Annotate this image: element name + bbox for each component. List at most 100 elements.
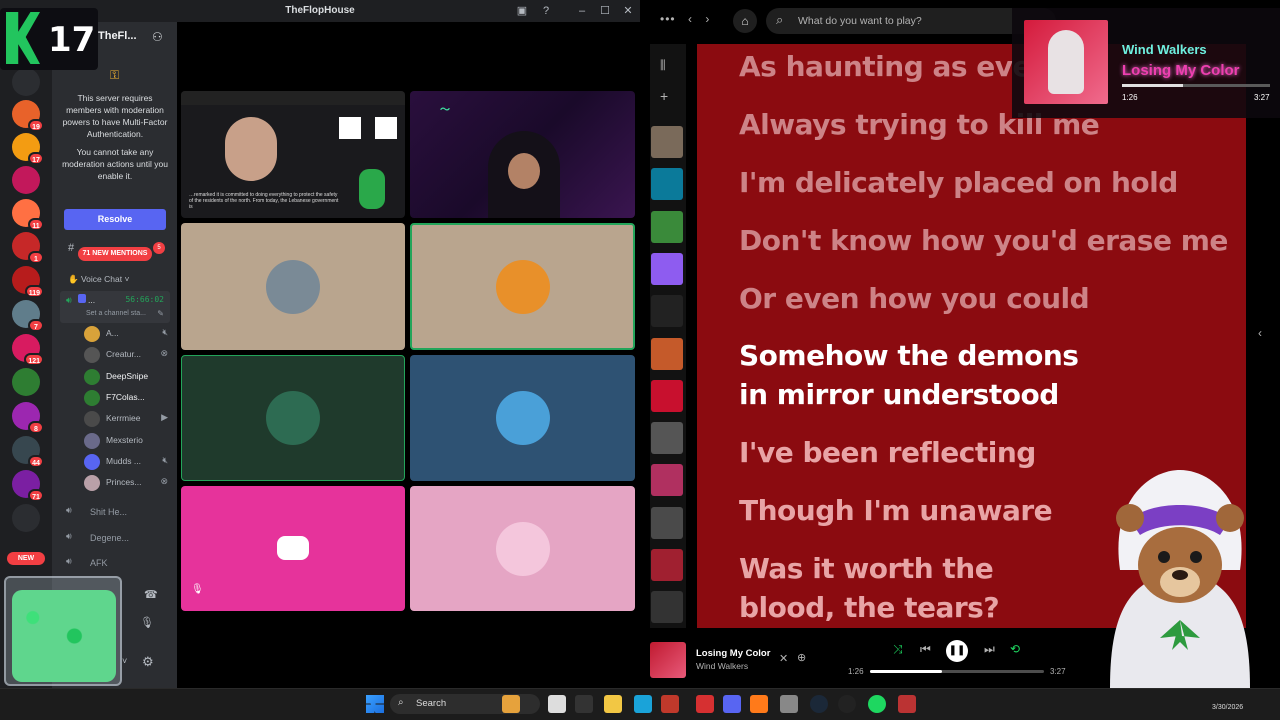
previous-track-icon[interactable]: ⏮ xyxy=(920,642,931,657)
inbox-icon[interactable]: ▣ xyxy=(514,3,530,19)
file-explorer-icon[interactable] xyxy=(604,695,622,713)
close-icon[interactable]: ✕ xyxy=(779,652,788,665)
library-item-thumbnail[interactable] xyxy=(651,337,683,370)
shuffle-icon[interactable]: ⤨ xyxy=(893,642,903,657)
server-icon[interactable] xyxy=(12,166,40,194)
new-mentions-pill[interactable]: 71 NEW MENTIONS xyxy=(78,247,152,261)
voice-member[interactable]: DeepSnipe xyxy=(84,368,174,386)
edit-pencil-icon[interactable]: ✎ xyxy=(157,309,164,318)
chevron-down-icon[interactable]: ˅ xyxy=(122,656,127,666)
firefox-icon[interactable] xyxy=(750,695,768,713)
webcam-tile[interactable]: ～ xyxy=(410,91,635,218)
weather-icon[interactable] xyxy=(502,695,520,713)
pause-button[interactable]: ❚❚ xyxy=(946,640,968,662)
lyric-line[interactable]: Was it worth the xyxy=(739,550,994,588)
library-item-thumbnail[interactable] xyxy=(651,295,683,328)
lyric-line[interactable]: Or even how you could xyxy=(739,280,1090,318)
server-icon[interactable] xyxy=(12,368,40,396)
library-item-thumbnail[interactable] xyxy=(651,422,683,455)
now-playing-title[interactable]: Losing My Color xyxy=(696,648,770,659)
app-icon[interactable] xyxy=(898,695,916,713)
participant-tile[interactable] xyxy=(410,486,635,611)
maximize-button[interactable]: ☐ xyxy=(597,3,613,19)
lyric-line[interactable]: Don't know how you'd erase me xyxy=(739,222,1228,260)
voice-member[interactable]: Creatur... ⊗ xyxy=(84,346,174,364)
steam-icon[interactable] xyxy=(810,695,828,713)
voice-member[interactable]: F7Colas... xyxy=(84,389,174,407)
home-icon[interactable]: ⌂ xyxy=(733,9,757,33)
forward-arrow-icon[interactable]: › xyxy=(705,12,709,26)
help-icon[interactable]: ? xyxy=(538,3,554,19)
server-icon[interactable]: 119 xyxy=(12,266,44,298)
invite-people-icon[interactable]: ⚇ xyxy=(152,30,163,44)
lyric-line[interactable]: I've been reflecting xyxy=(739,434,1036,472)
back-arrow-icon[interactable]: ‹ xyxy=(688,12,692,26)
channel-status-input[interactable]: Set a channel sta... xyxy=(86,310,146,317)
voice-member[interactable]: Princes... ⊗ xyxy=(84,474,174,492)
expand-panel-icon[interactable]: ‹ xyxy=(1258,326,1262,340)
server-icon[interactable]: 121 xyxy=(12,334,44,366)
next-track-icon[interactable]: ⏭ xyxy=(984,642,995,657)
resolve-button[interactable]: Resolve xyxy=(64,209,166,230)
app-icon[interactable] xyxy=(661,695,679,713)
active-voice-channel[interactable]: 🔊︎ ... 56:66:02 Set a channel sta... ✎ xyxy=(60,291,170,323)
lyric-line[interactable]: in mirror understood xyxy=(739,376,1059,414)
library-item-thumbnail[interactable] xyxy=(651,168,683,201)
app-icon[interactable] xyxy=(780,695,798,713)
more-options-icon[interactable]: ••• xyxy=(660,12,676,26)
voice-channel[interactable]: 🔊︎ Shit He... xyxy=(66,504,170,522)
voice-channel[interactable]: 🔊︎ Degene... xyxy=(66,530,170,548)
minimize-button[interactable]: – xyxy=(574,3,590,19)
lyric-line[interactable]: Somehow the demons xyxy=(739,337,1079,375)
server-icon[interactable]: 1 xyxy=(12,232,44,264)
lyric-line[interactable]: blood, the tears? xyxy=(739,589,1000,627)
nav-arrows[interactable]: ‹ › xyxy=(688,12,709,26)
participant-tile[interactable] xyxy=(410,355,635,481)
spotify-icon[interactable] xyxy=(868,695,886,713)
disconnect-icon[interactable]: ☎ xyxy=(144,588,158,601)
edge-browser-icon[interactable] xyxy=(634,695,652,713)
server-icon[interactable] xyxy=(12,504,40,532)
lyric-line[interactable]: Though I'm unaware xyxy=(739,492,1053,530)
library-icon[interactable]: ⫼ xyxy=(660,58,666,73)
server-name[interactable]: TheFl... xyxy=(98,30,137,42)
server-icon[interactable]: 19 xyxy=(12,100,44,132)
server-icon[interactable]: 7 xyxy=(12,300,44,332)
library-item-thumbnail[interactable] xyxy=(651,210,683,243)
library-item-thumbnail[interactable] xyxy=(651,549,683,581)
library-item-thumbnail[interactable] xyxy=(651,126,683,158)
library-item-thumbnail[interactable] xyxy=(651,464,683,497)
mute-icon[interactable]: 🎙︎ xyxy=(140,616,154,629)
new-servers-pill[interactable]: NEW xyxy=(7,552,45,565)
screen-share-tile[interactable]: …remarked it is committed to doing every… xyxy=(181,91,405,218)
voice-category-header[interactable]: ✋ Voice Chat ˅ xyxy=(68,274,129,285)
library-item-thumbnail[interactable] xyxy=(651,506,683,539)
server-icon[interactable]: 11 xyxy=(12,199,44,231)
participant-tile-speaking[interactable] xyxy=(410,223,635,350)
library-item-thumbnail[interactable] xyxy=(651,252,683,285)
now-playing-cover[interactable] xyxy=(650,642,686,678)
add-to-library-icon[interactable]: ⊕ xyxy=(797,651,806,664)
voice-member[interactable]: Mudds ... 🔇︎ xyxy=(84,453,174,471)
library-item-thumbnail[interactable] xyxy=(651,591,683,624)
epic-games-icon[interactable] xyxy=(575,695,593,713)
participant-tile[interactable]: 🎙︎ xyxy=(181,486,405,611)
server-icon[interactable] xyxy=(12,68,40,96)
lyric-line[interactable]: As haunting as ever xyxy=(739,48,1045,86)
participant-tile[interactable] xyxy=(181,223,405,350)
discord-icon[interactable] xyxy=(723,695,741,713)
voice-member[interactable]: A... 🔇︎ xyxy=(84,325,174,343)
voice-channel[interactable]: 🔊︎ AFK xyxy=(66,555,170,573)
close-button[interactable]: ✕ xyxy=(620,3,636,19)
task-view-icon[interactable] xyxy=(548,695,566,713)
now-playing-artist[interactable]: Wind Walkers xyxy=(696,661,748,671)
obs-icon[interactable] xyxy=(838,695,856,713)
server-icon[interactable]: 44 xyxy=(12,436,44,468)
lyric-line[interactable]: I'm delicately placed on hold xyxy=(739,164,1178,202)
library-item-thumbnail[interactable] xyxy=(651,379,683,412)
voice-member[interactable]: Mexsterio xyxy=(84,432,174,450)
participant-tile[interactable] xyxy=(181,355,405,481)
opera-icon[interactable] xyxy=(696,695,714,713)
add-playlist-icon[interactable]: + xyxy=(660,88,668,104)
server-icon[interactable]: 17 xyxy=(12,133,44,165)
